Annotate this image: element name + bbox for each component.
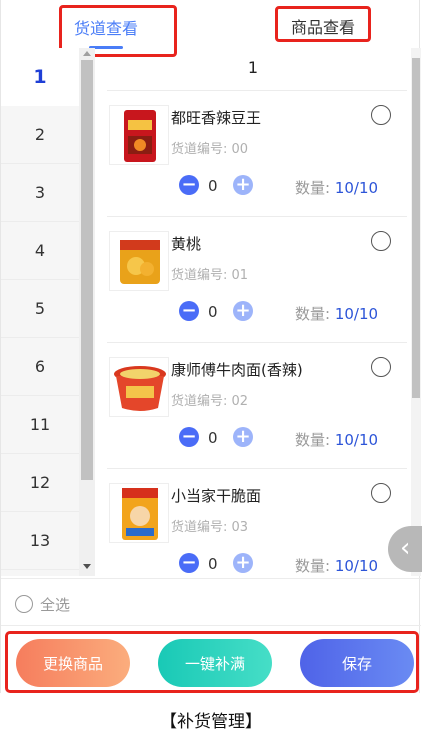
tab-goods-view-label: 商品查看 <box>291 18 356 37</box>
decrease-button[interactable]: − <box>179 427 199 447</box>
decrease-button[interactable]: − <box>179 553 199 573</box>
scrollbar-thumb[interactable] <box>81 60 93 480</box>
item-select-radio[interactable] <box>371 105 391 125</box>
decrease-button[interactable]: − <box>179 301 199 321</box>
select-all-label: 全选 <box>40 596 71 614</box>
select-all-radio[interactable] <box>15 595 33 613</box>
lane-item-3[interactable]: 3 <box>1 164 79 222</box>
stock-count: 数量: 10/10 <box>295 303 378 324</box>
quantity-value: 0 <box>208 555 218 573</box>
list-item: 都旺香辣豆王 货道编号: 00 − 0 + 数量: 10/10 <box>107 90 407 214</box>
lane-code: 货道编号: 03 <box>171 520 249 535</box>
increase-button[interactable]: + <box>233 553 253 573</box>
stock-count-value: 10/10 <box>334 305 379 323</box>
increase-button[interactable]: + <box>233 301 253 321</box>
list-scrollbar[interactable] <box>411 48 421 576</box>
lane-item-4[interactable]: 4 <box>1 222 79 280</box>
list-item: 黄桃 货道编号: 01 − 0 + 数量: 10/10 <box>107 216 407 340</box>
quantity-value: 0 <box>208 177 218 195</box>
fill-all-button[interactable]: 一键补满 <box>158 639 272 687</box>
stock-count-value: 10/10 <box>334 557 379 575</box>
stock-count-value: 10/10 <box>334 431 379 449</box>
crispy-noodle-snack-image <box>109 483 169 543</box>
decrease-button[interactable]: − <box>179 175 199 195</box>
page-caption: 【补货管理】 <box>160 712 262 732</box>
current-lane-header: 1 <box>247 58 259 77</box>
stock-count: 数量: 10/10 <box>295 555 378 576</box>
lane-item-2[interactable]: 2 <box>1 106 79 164</box>
lane-item-12[interactable]: 12 <box>1 454 79 512</box>
quantity-value: 0 <box>208 429 218 447</box>
increase-button[interactable]: + <box>233 175 253 195</box>
lane-item-13[interactable]: 13 <box>1 512 79 570</box>
item-select-radio[interactable] <box>371 357 391 377</box>
scroll-up-arrow-icon[interactable] <box>83 51 91 56</box>
lane-code: 货道编号: 00 <box>171 142 249 157</box>
lane-item-5[interactable]: 5 <box>1 280 79 338</box>
lane-item-1[interactable]: 1 <box>1 48 79 106</box>
product-name: 都旺香辣豆王 <box>171 109 262 127</box>
product-list: 1 都旺香辣豆王 货道编号: 00 − 0 + 数量: 10/10 黄桃 货道编… <box>95 48 411 576</box>
lane-item-6[interactable]: 6 <box>1 338 79 396</box>
stock-count-label: 数量: <box>295 557 331 575</box>
stock-count-label: 数量: <box>295 305 331 323</box>
product-name: 黄桃 <box>171 235 202 253</box>
instant-noodle-bowl-image <box>109 357 169 417</box>
list-scrollbar-thumb[interactable] <box>412 58 420 398</box>
stock-count: 数量: 10/10 <box>295 429 378 450</box>
stock-count-label: 数量: <box>295 179 331 197</box>
increase-button[interactable]: + <box>233 427 253 447</box>
scroll-down-arrow-icon[interactable] <box>83 564 91 569</box>
save-button[interactable]: 保存 <box>300 639 414 687</box>
lane-sidebar: 1 2 3 4 5 6 11 12 13 <box>1 48 79 576</box>
item-select-radio[interactable] <box>371 231 391 251</box>
stock-count-label: 数量: <box>295 431 331 449</box>
lane-code: 货道编号: 02 <box>171 394 249 409</box>
tab-goods-view[interactable]: 商品查看 <box>275 6 371 42</box>
select-all-row[interactable]: 全选 <box>1 578 421 626</box>
tab-channel-view-label: 货道查看 <box>74 19 139 38</box>
yellow-peach-snack-image <box>109 231 169 291</box>
app-screen: 货道查看 商品查看 1 2 3 4 5 6 11 12 13 1 都旺香辣豆王 … <box>0 0 422 693</box>
action-bar: 更换商品 一键补满 保存 <box>5 631 419 693</box>
list-item: 康师傅牛肉面(香辣) 货道编号: 02 − 0 + 数量: 10/10 <box>107 342 407 466</box>
quantity-value: 0 <box>208 303 218 321</box>
lane-item-11[interactable]: 11 <box>1 396 79 454</box>
spicy-bean-snack-image <box>109 105 169 165</box>
lane-code: 货道编号: 01 <box>171 268 249 283</box>
stock-count: 数量: 10/10 <box>295 177 378 198</box>
item-select-radio[interactable] <box>371 483 391 503</box>
list-item: 小当家干脆面 货道编号: 03 − 0 + 数量: 10/10 <box>107 468 407 576</box>
stock-count-value: 10/10 <box>334 179 379 197</box>
product-name: 康师傅牛肉面(香辣) <box>171 361 303 379</box>
lane-scrollbar[interactable] <box>79 48 95 576</box>
product-name: 小当家干脆面 <box>171 487 262 505</box>
change-goods-button[interactable]: 更换商品 <box>16 639 130 687</box>
